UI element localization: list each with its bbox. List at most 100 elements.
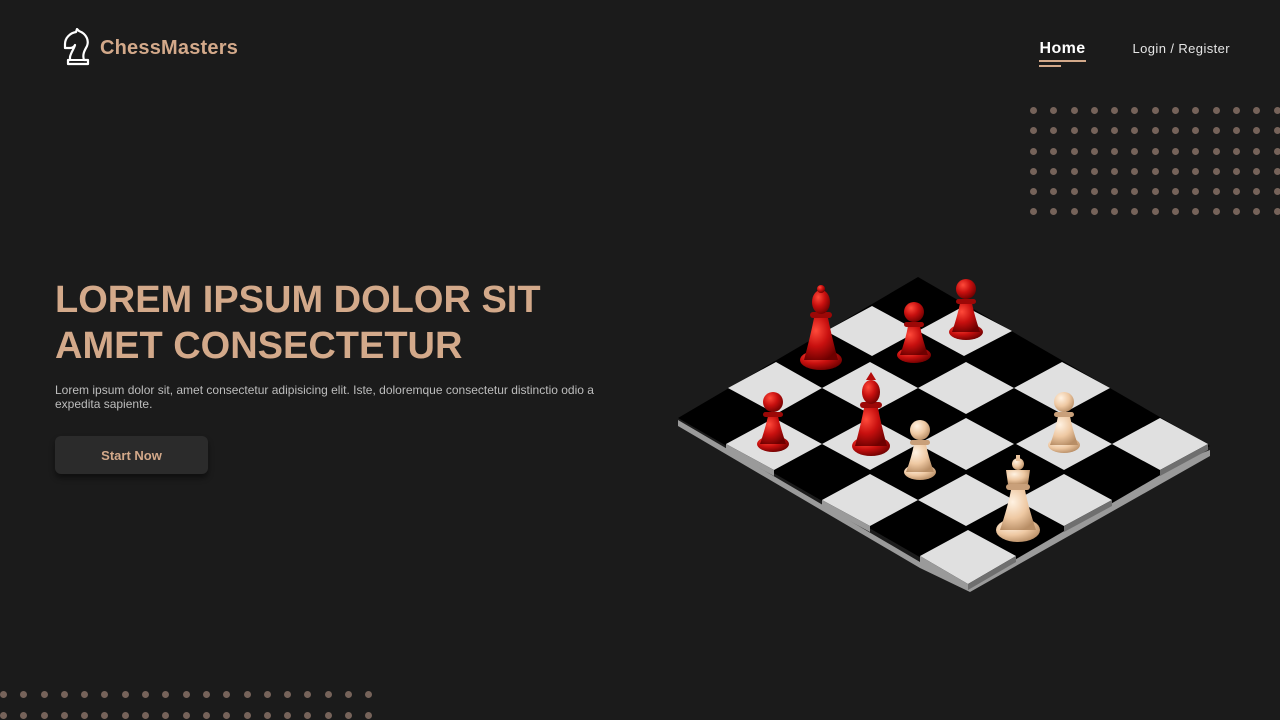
dot bbox=[1172, 188, 1180, 196]
dot bbox=[1090, 167, 1098, 175]
dot bbox=[1212, 167, 1220, 175]
dot-pattern-bottom bbox=[0, 691, 373, 719]
hero-title-line: LOREM IPSUM DOLOR SIT bbox=[55, 279, 541, 321]
dot bbox=[1192, 208, 1200, 216]
dot bbox=[1212, 107, 1220, 114]
hero-description: Lorem ipsum dolor sit, amet consectetur … bbox=[55, 383, 594, 411]
nav-login-register-link[interactable]: Login / Register bbox=[1133, 41, 1230, 56]
dot bbox=[1273, 147, 1280, 155]
board-squares bbox=[678, 277, 1210, 592]
chess-board-illustration bbox=[678, 277, 1210, 592]
brand-logo[interactable]: ChessMasters bbox=[60, 28, 238, 68]
dot bbox=[1172, 107, 1180, 114]
dot bbox=[182, 712, 190, 719]
dot bbox=[202, 691, 210, 698]
dot bbox=[1050, 167, 1058, 175]
dot-pattern-top bbox=[1030, 107, 1280, 216]
dot bbox=[1050, 127, 1058, 135]
dot bbox=[1030, 167, 1037, 175]
dot bbox=[1192, 167, 1200, 175]
dot bbox=[1090, 188, 1098, 196]
dot bbox=[324, 712, 332, 719]
dot bbox=[1273, 208, 1280, 216]
dot bbox=[1050, 188, 1058, 196]
dot bbox=[1232, 167, 1240, 175]
dot bbox=[1111, 127, 1119, 135]
dot bbox=[142, 691, 150, 698]
dot bbox=[1253, 167, 1261, 175]
dot bbox=[60, 712, 68, 719]
dot bbox=[1131, 147, 1139, 155]
dot bbox=[0, 691, 7, 698]
knight-icon bbox=[63, 28, 90, 66]
dot bbox=[1212, 147, 1220, 155]
dot bbox=[0, 712, 7, 719]
dot bbox=[1232, 107, 1240, 114]
dot bbox=[1070, 188, 1078, 196]
dot bbox=[1172, 147, 1180, 155]
dot bbox=[365, 712, 373, 719]
dot bbox=[1131, 107, 1139, 114]
dot bbox=[1172, 208, 1180, 216]
dot bbox=[1253, 208, 1261, 216]
dot bbox=[20, 712, 28, 719]
dot bbox=[1273, 127, 1280, 135]
hero-title-line: AMET CONSECTETUR bbox=[55, 325, 463, 367]
dot bbox=[162, 712, 170, 719]
dot bbox=[1151, 107, 1159, 114]
dot bbox=[1090, 107, 1098, 114]
brand-name: ChessMasters bbox=[100, 36, 239, 59]
dot bbox=[40, 712, 48, 719]
dot bbox=[324, 691, 332, 698]
dot bbox=[1192, 147, 1200, 155]
dot bbox=[162, 691, 170, 698]
dot bbox=[1131, 188, 1139, 196]
dot bbox=[1273, 188, 1280, 196]
dot bbox=[1192, 188, 1200, 196]
dot bbox=[1030, 208, 1037, 216]
nav-home-link[interactable]: Home bbox=[1039, 40, 1086, 67]
dot bbox=[1192, 107, 1200, 114]
dot bbox=[81, 712, 89, 719]
dot bbox=[1131, 167, 1139, 175]
start-now-button[interactable]: Start Now bbox=[55, 436, 208, 474]
dot bbox=[1090, 147, 1098, 155]
dot bbox=[284, 712, 292, 719]
dot bbox=[81, 691, 89, 698]
nav-home-label: Home bbox=[1039, 40, 1086, 57]
active-underline-short bbox=[1039, 65, 1062, 67]
dot bbox=[1151, 208, 1159, 216]
main-nav: Home Login / Register bbox=[1039, 40, 1230, 67]
dot bbox=[121, 712, 129, 719]
dot bbox=[345, 712, 353, 719]
dot bbox=[304, 712, 312, 719]
dot bbox=[101, 712, 109, 719]
dot bbox=[1253, 127, 1261, 135]
dot bbox=[202, 712, 210, 719]
dot bbox=[1172, 167, 1180, 175]
dot bbox=[1030, 127, 1037, 135]
dot bbox=[121, 691, 129, 698]
dot bbox=[365, 691, 373, 698]
dot bbox=[1253, 188, 1261, 196]
dot bbox=[1192, 127, 1200, 135]
dot bbox=[243, 712, 251, 719]
dot bbox=[1070, 167, 1078, 175]
dot bbox=[1090, 127, 1098, 135]
dot bbox=[101, 691, 109, 698]
dot bbox=[1111, 188, 1119, 196]
dot bbox=[1030, 188, 1037, 196]
dot bbox=[263, 691, 271, 698]
dot bbox=[1273, 107, 1280, 114]
dot bbox=[1050, 147, 1058, 155]
dot bbox=[142, 712, 150, 719]
active-underline bbox=[1039, 60, 1086, 62]
dot bbox=[1212, 127, 1220, 135]
dot bbox=[1212, 188, 1220, 196]
dot bbox=[1070, 208, 1078, 216]
dot bbox=[1111, 208, 1119, 216]
dot bbox=[1131, 127, 1139, 135]
dot bbox=[1030, 147, 1037, 155]
dot bbox=[1030, 107, 1037, 114]
dot bbox=[263, 712, 271, 719]
